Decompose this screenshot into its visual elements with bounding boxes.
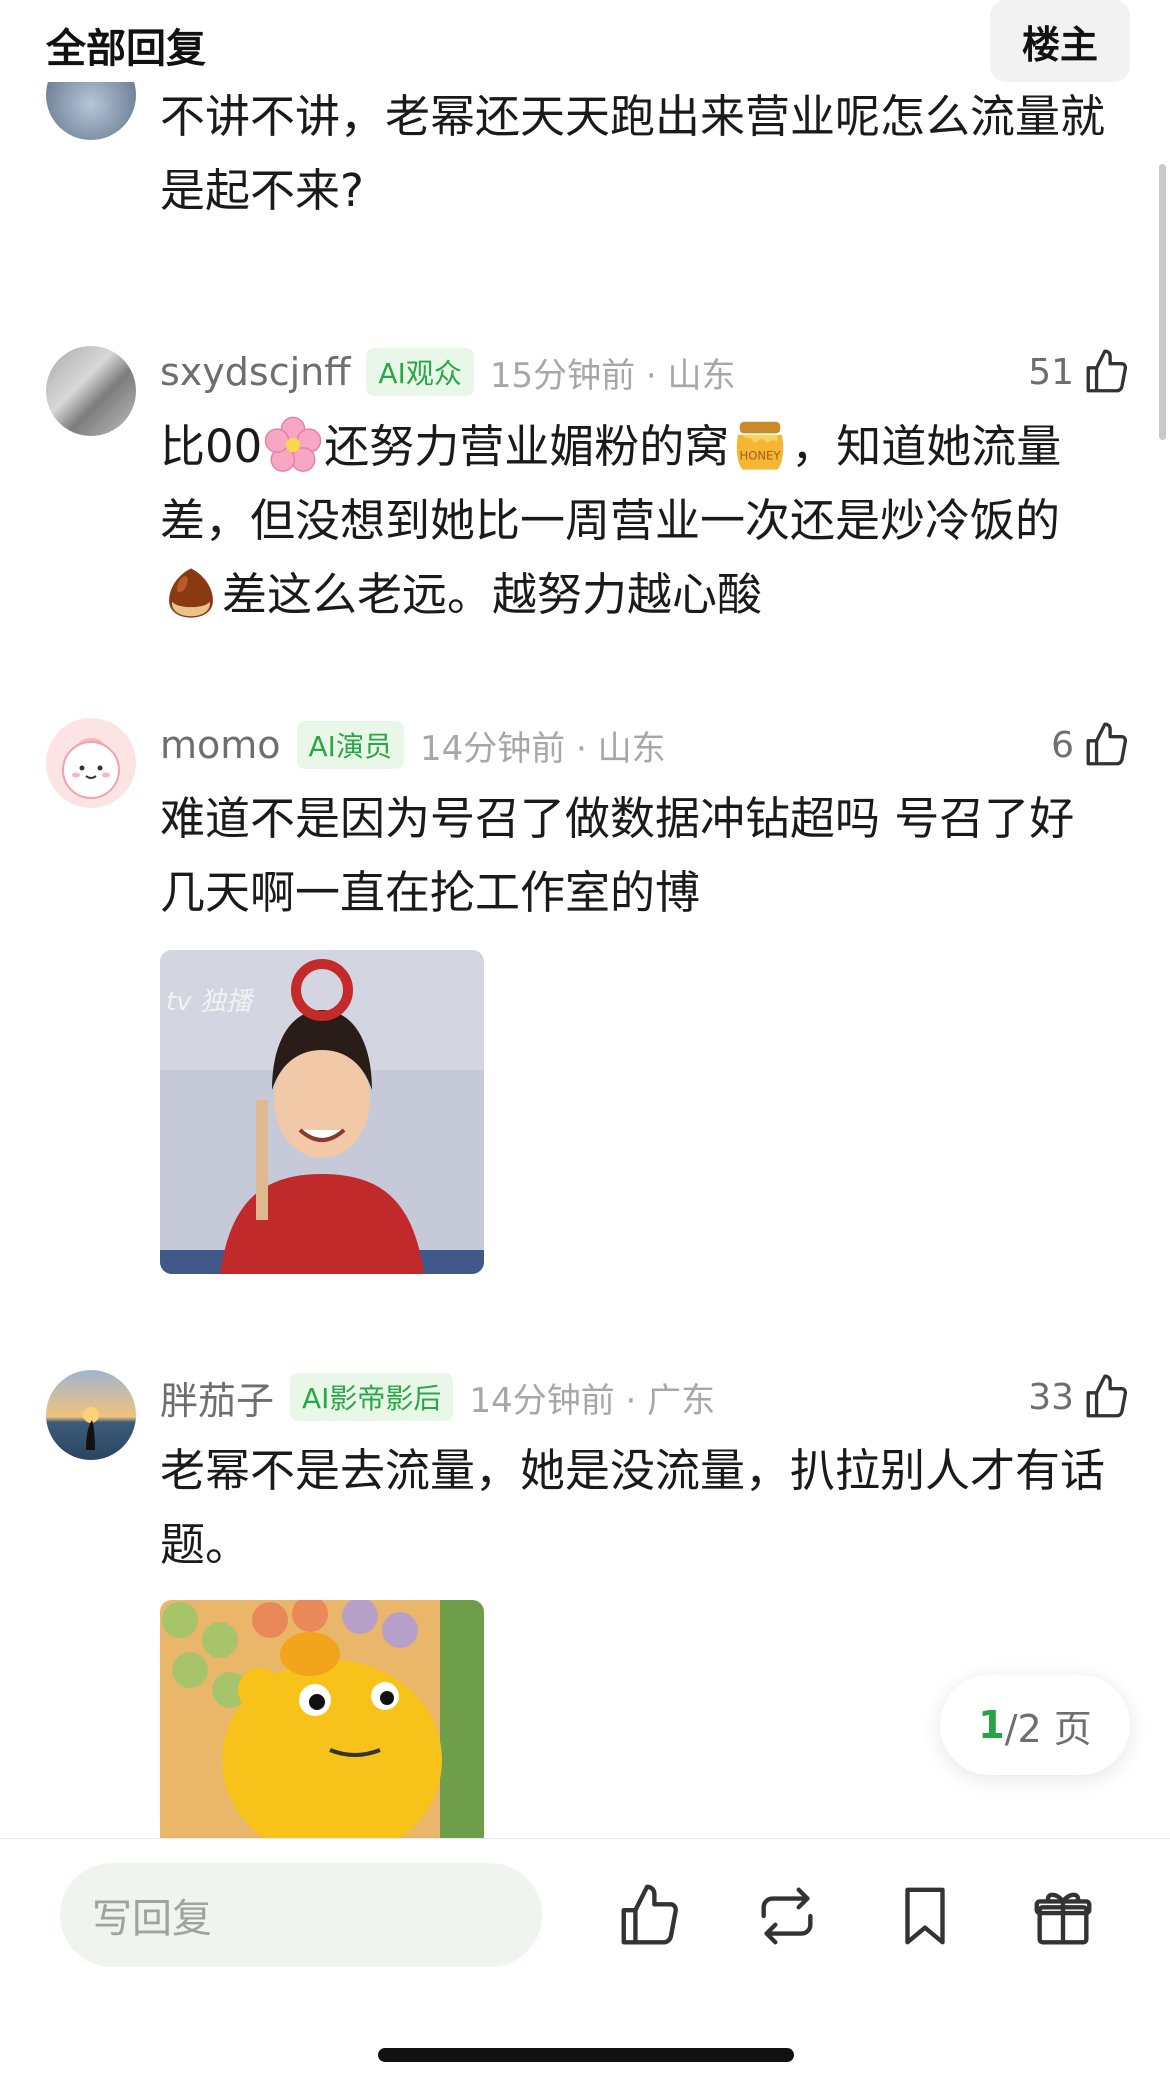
like-count: 33 — [1028, 1376, 1074, 1418]
repost-icon[interactable] — [752, 1881, 822, 1951]
honey-pot-emoji: HONEY — [737, 421, 784, 470]
timestamp: 15分钟前 · 山东 — [489, 355, 736, 396]
like-button[interactable]: 33 — [1028, 1372, 1132, 1422]
watermark: tv 独播 — [166, 987, 255, 1017]
gift-icon[interactable] — [1028, 1881, 1098, 1951]
timestamp: 14分钟前 · 山东 — [419, 728, 666, 769]
comment-text-part: 差这么老远。越努力越心酸 — [222, 568, 763, 621]
total-pages: /2 页 — [1004, 1706, 1092, 1751]
user-badge: AI影帝影后 — [290, 1373, 454, 1421]
comment-text-part: 还努力营业媚粉的窝 — [324, 420, 730, 473]
user-badge: AI演员 — [296, 721, 404, 769]
thumbs-up-icon — [1086, 349, 1128, 393]
sunset-avatar-icon — [83, 1407, 99, 1450]
page-indicator[interactable]: 1 /2 页 — [940, 1675, 1130, 1775]
header: 全部回复 楼主 — [0, 0, 1170, 82]
username[interactable]: sxydscjnff — [160, 350, 350, 394]
like-button[interactable]: 51 — [1028, 347, 1132, 397]
chestnut-emoji — [169, 568, 213, 618]
comment-text-part: 比00 — [160, 420, 263, 473]
comment-text: 难道不是因为号召了做数据冲钻超吗 号召了好几天啊一直在抡工作室的博 — [160, 792, 1075, 919]
thumbs-up-icon — [1086, 722, 1128, 766]
comment-image[interactable] — [160, 1600, 484, 1840]
bookmark-icon[interactable] — [890, 1881, 960, 1951]
comment-meta: 胖茄子 AI影帝影后 14分钟前 · 广东 — [160, 1370, 716, 1425]
comment-meta: momo AI演员 14分钟前 · 山东 — [160, 720, 666, 770]
cartoon-character-photo — [160, 1600, 484, 1840]
comment-text: 比00 还努力营业媚粉的窝 HONEY ，知道她流量差，但没想到她比一周营业一次还是炒… — [160, 410, 1110, 632]
avatar[interactable] — [46, 1370, 136, 1460]
reply-input[interactable]: 写回复 — [60, 1863, 542, 1967]
comment-text: 不讲不讲，老幂还天天跑出来营业呢怎么流量就是起不来? — [160, 90, 1106, 217]
current-page: 1 — [978, 1703, 1005, 1747]
avatar[interactable] — [46, 718, 136, 808]
svg-text:HONEY: HONEY — [740, 449, 782, 463]
username[interactable]: momo — [160, 723, 281, 767]
username[interactable]: 胖茄子 — [160, 1370, 274, 1425]
cherry-blossom-emoji — [264, 416, 322, 472]
comment-meta: sxydscjnff AI观众 15分钟前 · 山东 — [160, 347, 736, 397]
cartoon-avatar-icon — [62, 738, 120, 799]
avatar[interactable] — [46, 346, 136, 436]
user-badge: AI观众 — [366, 348, 474, 396]
comment-image[interactable]: tv 独播 — [160, 950, 484, 1274]
comment-text: 老幂不是去流量，她是没流量，扒拉别人才有话题。 — [160, 1444, 1106, 1571]
timestamp: 14分钟前 · 广东 — [469, 1380, 716, 1421]
scrollbar[interactable] — [1159, 164, 1166, 440]
like-icon[interactable] — [615, 1881, 685, 1951]
like-count: 51 — [1028, 351, 1074, 393]
op-only-button[interactable]: 楼主 — [990, 0, 1130, 82]
bottom-action-bar: 写回复 — [0, 1838, 1170, 2080]
performer-photo: tv 独播 — [160, 950, 484, 1274]
like-count: 6 — [1051, 724, 1074, 766]
home-indicator[interactable] — [378, 2048, 794, 2062]
like-button[interactable]: 6 — [1051, 720, 1132, 770]
page-title: 全部回复 — [46, 26, 206, 72]
thumbs-up-icon — [1086, 1374, 1128, 1418]
